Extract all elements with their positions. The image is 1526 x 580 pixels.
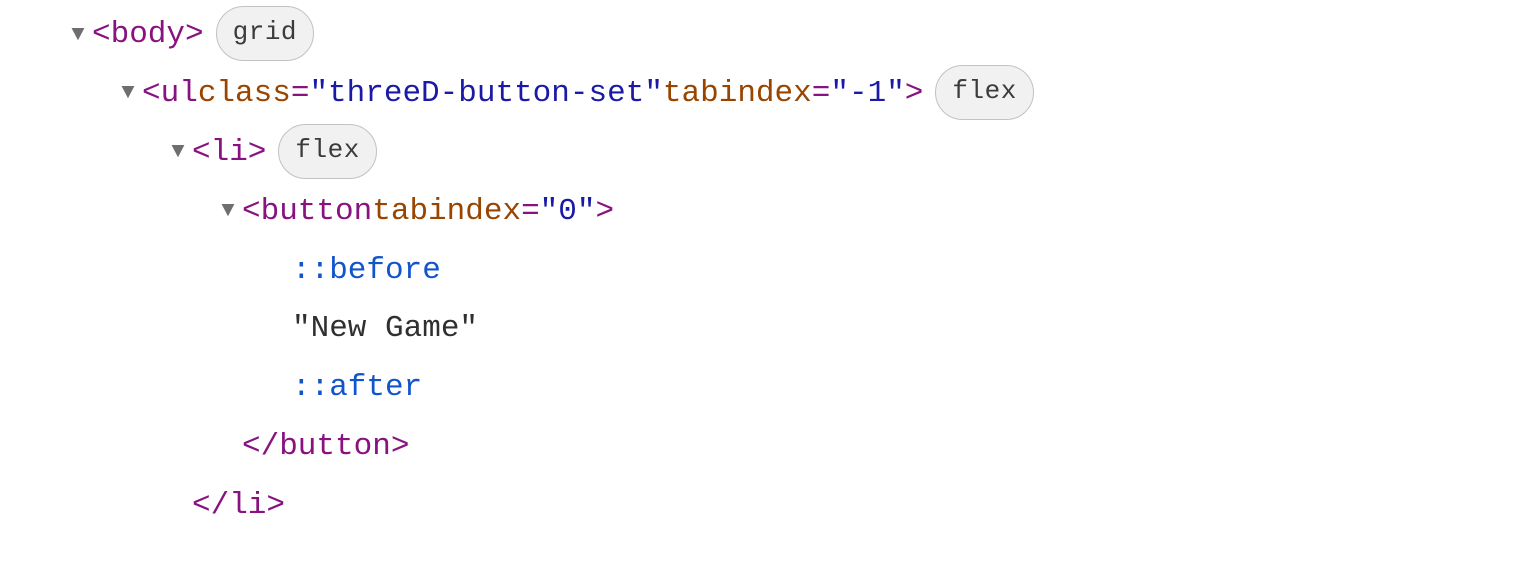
attr-value-tabindex: 0 [558,183,577,242]
dom-pseudo-before[interactable]: ::before [0,242,1526,301]
display-badge-flex: flex [935,65,1033,120]
dom-node-button[interactable]: ▼ <button tabindex = " 0 " > [0,183,1526,242]
tag-body-open: <body> [92,6,204,65]
expand-arrow-icon[interactable]: ▼ [164,131,192,173]
pseudo-after: ::after [292,359,422,418]
dom-node-body[interactable]: ▼ <body> grid [0,6,1526,65]
pseudo-before: ::before [292,242,441,301]
attr-quote: " [644,65,663,124]
dom-tree: ▼ <body> grid ▼ <ul class = " threeD-but… [0,0,1526,536]
attr-quote: " [577,183,596,242]
dom-node-button-close[interactable]: </button> [0,418,1526,477]
tag-ul-open-suffix: > [905,65,924,124]
dom-pseudo-after[interactable]: ::after [0,359,1526,418]
text-node-content: "New Game" [292,300,478,359]
attr-name-tabindex: tabindex [372,183,521,242]
tag-ul-open-prefix: <ul [142,65,198,124]
dom-node-li[interactable]: ▼ <li> flex [0,124,1526,183]
expand-arrow-icon[interactable]: ▼ [64,14,92,56]
attr-value-class: threeD-button-set [328,65,644,124]
attr-value-tabindex: -1 [849,65,886,124]
attr-quote: " [540,183,559,242]
attr-name-class: class [198,65,291,124]
tag-li-open: <li> [192,124,266,183]
dom-node-li-close[interactable]: </li> [0,477,1526,536]
attr-quote: " [830,65,849,124]
expand-arrow-icon[interactable]: ▼ [114,72,142,114]
attr-quote: " [309,65,328,124]
attr-eq: = [521,183,540,242]
dom-text-node[interactable]: "New Game" [0,300,1526,359]
attr-quote: " [886,65,905,124]
dom-node-ul[interactable]: ▼ <ul class = " threeD-button-set " tabi… [0,65,1526,124]
tag-li-close: </li> [192,477,285,536]
display-badge-flex: flex [278,124,376,179]
attr-eq: = [812,65,831,124]
attr-eq: = [291,65,310,124]
tag-button-open-suffix: > [596,183,615,242]
tag-button-open-prefix: <button [242,183,372,242]
expand-arrow-icon[interactable]: ▼ [214,190,242,232]
tag-button-close: </button> [242,418,409,477]
attr-name-tabindex: tabindex [663,65,812,124]
display-badge-grid: grid [216,6,314,61]
